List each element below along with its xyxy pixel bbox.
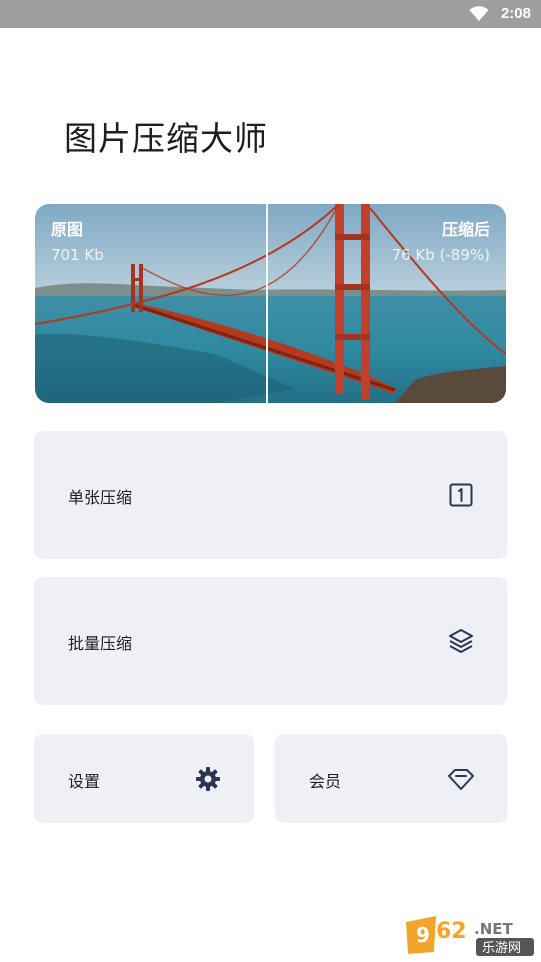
original-size: 701 Kb (51, 246, 104, 264)
compare-divider[interactable] (266, 204, 268, 403)
compressed-label: 压缩后 (441, 220, 490, 239)
layers-icon (449, 629, 473, 653)
settings-label: 设置 (68, 772, 101, 791)
vip-label: 会员 (309, 772, 342, 791)
compression-preview[interactable]: 原图 701 Kb 压缩后 76 Kb (-89%) (35, 204, 506, 403)
single-compress-button[interactable]: 单张压缩 (34, 431, 507, 559)
compressed-info: 压缩后 76 Kb (-89%) (392, 218, 490, 268)
settings-button[interactable]: 设置 (34, 734, 254, 823)
svg-text:62: 62 (436, 919, 467, 944)
single-compress-label: 单张压缩 (68, 488, 133, 507)
original-label: 原图 (51, 220, 84, 239)
diamond-icon (448, 769, 474, 790)
vip-button[interactable]: 会员 (275, 734, 507, 823)
batch-compress-button[interactable]: 批量压缩 (34, 577, 507, 705)
status-bar: 2:08 (0, 0, 541, 28)
svg-text:.NET: .NET (474, 920, 513, 938)
gear-icon (196, 767, 220, 791)
svg-text:乐游网: 乐游网 (482, 941, 521, 956)
site-watermark-logo: 9 62 .NET 乐游网 (406, 916, 534, 956)
compressed-size: 76 Kb (-89%) (391, 246, 490, 264)
original-info: 原图 701 Kb (51, 218, 104, 268)
batch-compress-label: 批量压缩 (68, 634, 133, 653)
svg-text:9: 9 (416, 923, 430, 947)
single-image-icon (449, 483, 473, 507)
status-time: 2:08 (500, 5, 531, 22)
page-title: 图片压缩大师 (64, 119, 268, 158)
wifi-icon (469, 6, 489, 21)
